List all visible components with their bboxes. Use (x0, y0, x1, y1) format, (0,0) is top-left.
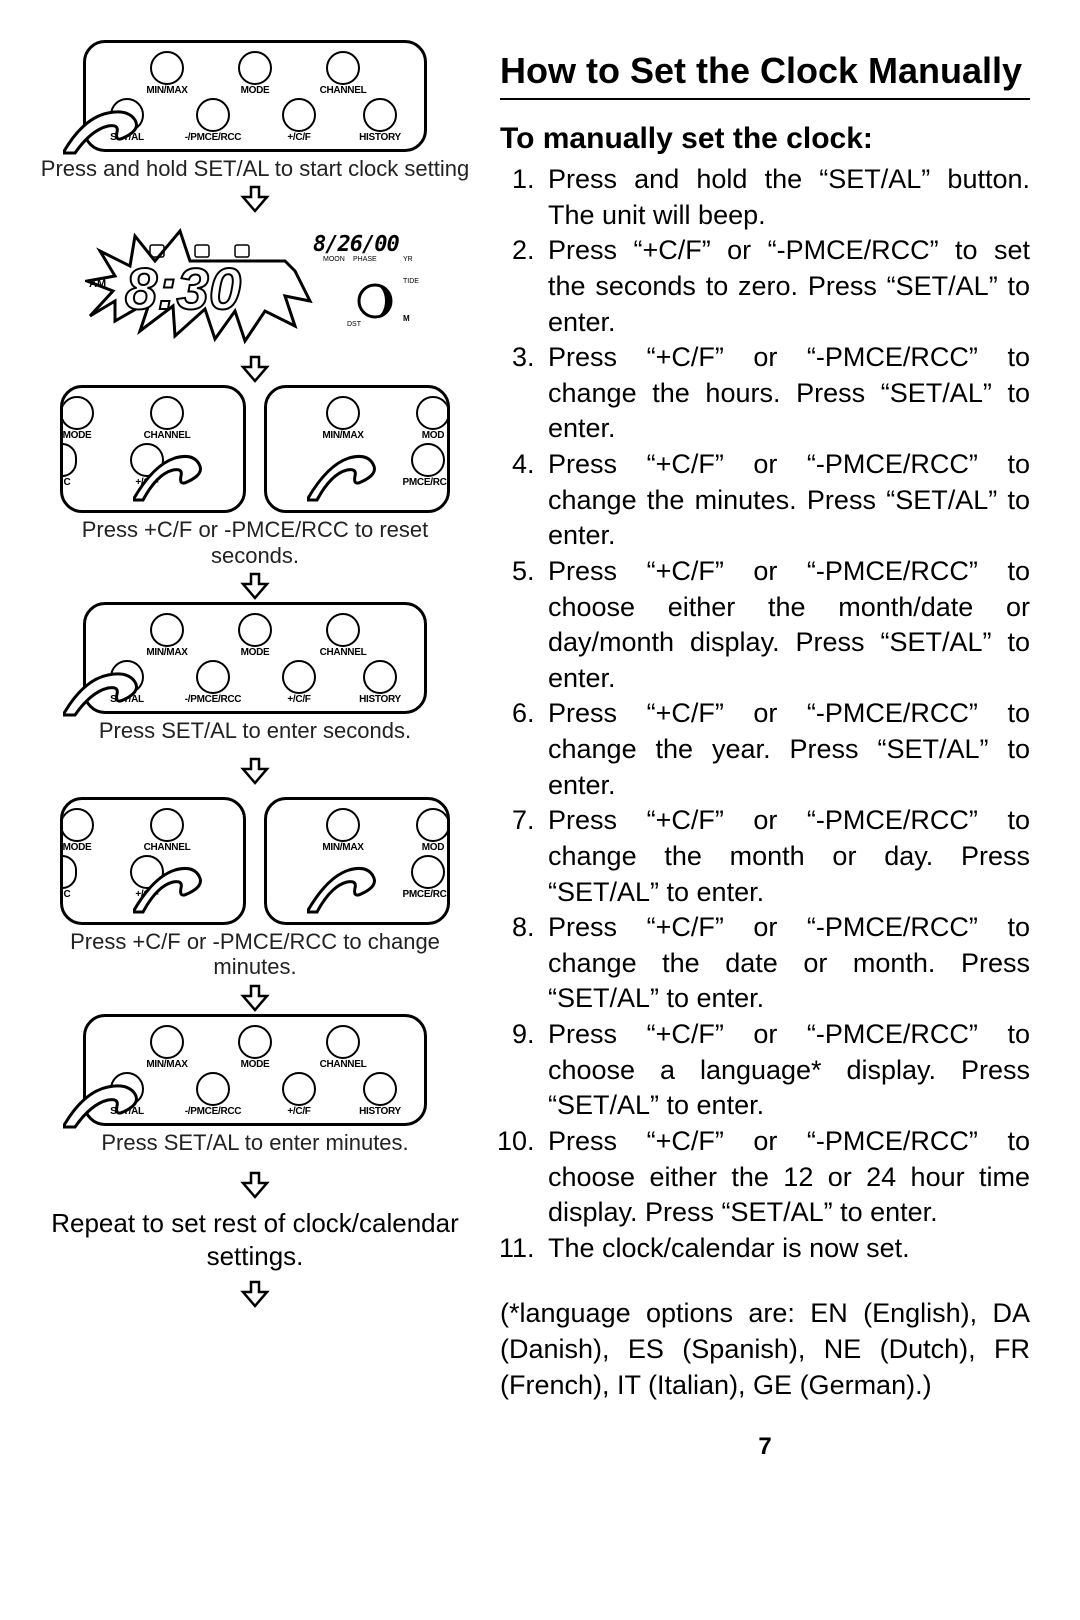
btn-label: MODE (63, 842, 92, 853)
btn-label: CHANNEL (320, 1059, 367, 1070)
step-item: Press “+C/F” or “-PMCE/RCC” to change th… (542, 340, 1030, 447)
button-panel-half-left: MODE CHANNEL C +/C/F (60, 385, 246, 513)
svg-text:M: M (403, 314, 410, 323)
caption: Press and hold SET/AL to start clock set… (41, 156, 469, 181)
step-item: Press “+C/F” or “-PMCE/RCC” to change th… (542, 447, 1030, 554)
step-item: The clock/calendar is now set. (542, 1231, 1030, 1267)
arrow-down-icon (240, 757, 270, 785)
btn-label: HISTORY (359, 132, 401, 143)
btn-label: -/PMCE/RCC (185, 1106, 241, 1117)
caption: Press +C/F or -PMCE/RCC to change minute… (40, 929, 470, 980)
finger-icon (133, 440, 218, 505)
finger-icon (63, 1072, 153, 1132)
button-panel-half-left: MODE CHANNEL C +/C/F (60, 797, 246, 925)
btn-label: -/PMCE/RCC (185, 132, 241, 143)
svg-text:MOON: MOON (323, 256, 345, 263)
caption: Press SET/AL to enter seconds. (99, 718, 411, 743)
step-item: Press “+C/F” or “-PMCE/RCC” to change th… (542, 696, 1030, 803)
btn-label: +/C/F (287, 1106, 310, 1117)
arrow-down-icon (240, 1171, 270, 1199)
btn-label: MIN/MAX (146, 1059, 187, 1070)
button-panel-half-right: MIN/MAX MOD PMCE/RCC (264, 385, 450, 513)
btn-label: MODE (241, 85, 270, 96)
instructions-column: How to Set the Clock Manually To manuall… (470, 40, 1030, 1600)
page-number: 7 (500, 1433, 1030, 1461)
btn-label: PMCE/RCC (403, 889, 450, 900)
arrow-down-icon (240, 185, 270, 213)
step-item: Press “+C/F” or “-PMCE/RCC” to change th… (542, 910, 1030, 1017)
finger-icon (63, 98, 153, 158)
svg-text:8/26/00: 8/26/00 (313, 232, 399, 257)
finger-icon (63, 660, 153, 720)
page-heading: How to Set the Clock Manually (500, 50, 1030, 100)
btn-label: HISTORY (359, 1106, 401, 1117)
btn-label: +/C/F (287, 132, 310, 143)
finger-icon (307, 440, 392, 505)
sub-heading: To manually set the clock: (500, 122, 1030, 156)
caption: Press SET/AL to enter minutes. (101, 1130, 408, 1155)
step-item: Press “+C/F” or “-PMCE/RCC” to set the s… (542, 233, 1030, 340)
step-item: Press “+C/F” or “-PMCE/RCC” to change th… (542, 803, 1030, 910)
btn-label: MIN/MAX (146, 85, 187, 96)
caption: Press +C/F or -PMCE/RCC to reset seconds… (40, 517, 470, 568)
btn-label: MODE (63, 430, 92, 441)
svg-text:PHASE: PHASE (353, 256, 377, 263)
step-item: Press and hold the “SET/AL” button. The … (542, 162, 1030, 233)
svg-text:TIDE: TIDE (403, 278, 419, 285)
btn-label: +/C/F (287, 694, 310, 705)
language-note: (*language options are: EN (English), DA… (500, 1296, 1030, 1403)
lcd-time: 8:30 (125, 257, 241, 322)
step-item: Press “+C/F” or “-PMCE/RCC” to choose a … (542, 1017, 1030, 1124)
illustration-column: MIN/MAX MODE CHANNEL SET/AL -/PMCE/RCC +… (40, 40, 470, 1600)
finger-icon (133, 852, 218, 917)
arrow-down-icon (240, 572, 270, 600)
svg-text:AM: AM (89, 278, 106, 290)
lcd-display-burst: 8:30 AM 8/26/00 MOON PHASE YR TIDE DST M (85, 221, 425, 351)
steps-list: Press and hold the “SET/AL” button. The … (500, 162, 1030, 1266)
btn-label: HISTORY (359, 694, 401, 705)
arrow-down-icon (240, 1280, 270, 1308)
btn-label: CHANNEL (320, 85, 367, 96)
svg-text:YR: YR (403, 256, 413, 263)
svg-text:DST: DST (347, 321, 362, 328)
btn-label: MODE (241, 1059, 270, 1070)
btn-label: MIN/MAX (146, 647, 187, 658)
btn-label: MODE (241, 647, 270, 658)
arrow-down-icon (240, 984, 270, 1012)
step-item: Press “+C/F” or “-PMCE/RCC” to choose ei… (542, 554, 1030, 697)
arrow-down-icon (240, 355, 270, 383)
btn-label: -/PMCE/RCC (185, 694, 241, 705)
finger-icon (307, 852, 392, 917)
btn-label: PMCE/RCC (403, 477, 450, 488)
button-panel-half-right: MIN/MAX MOD PMCE/RCC (264, 797, 450, 925)
btn-label: CHANNEL (320, 647, 367, 658)
caption: Repeat to set rest of clock/calendar set… (40, 1207, 470, 1272)
step-item: Press “+C/F” or “-PMCE/RCC” to choose ei… (542, 1124, 1030, 1231)
